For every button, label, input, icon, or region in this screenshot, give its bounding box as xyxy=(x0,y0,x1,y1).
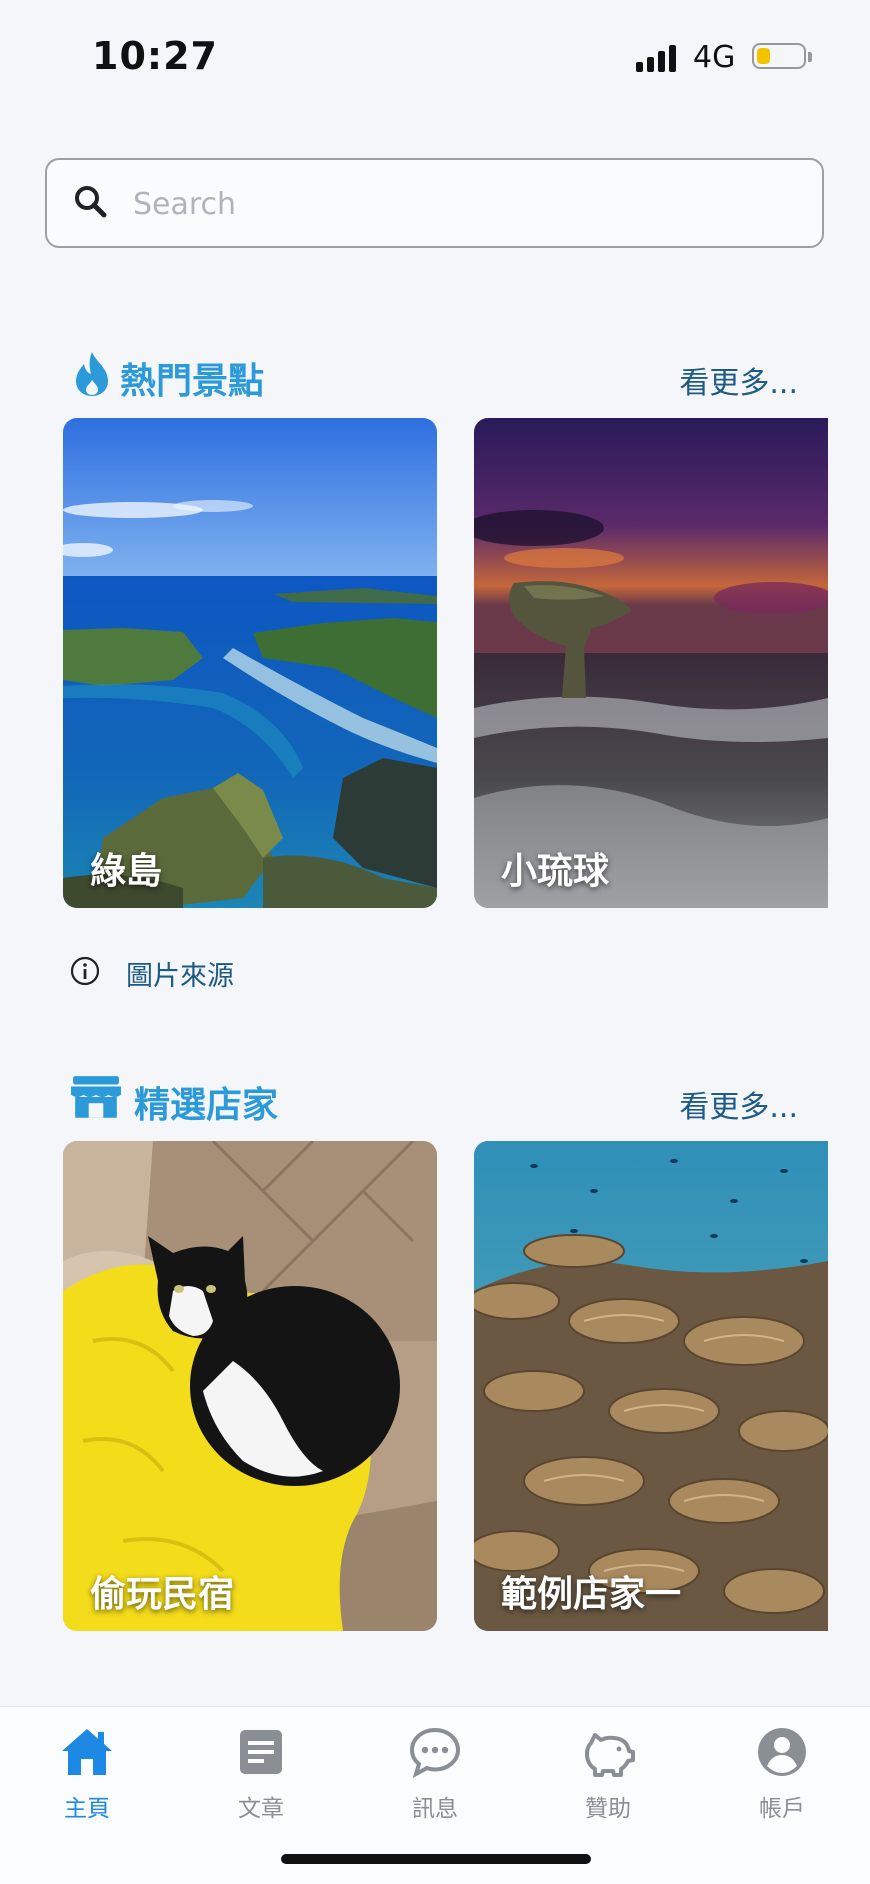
store-icon xyxy=(71,1076,121,1118)
card-label-xiaoliuqiu: 小琉球 xyxy=(501,851,610,892)
image-credit-text: 圖片來源 xyxy=(126,961,234,992)
see-more-popular-link[interactable]: 看更多... xyxy=(679,358,798,402)
piggy-bank-icon xyxy=(585,1733,635,1777)
store-card-example-1[interactable]: 範例店家一 xyxy=(474,1141,828,1631)
tab-label-sponsor: 贊助 xyxy=(585,1796,631,1822)
network-type: 4G xyxy=(693,40,736,75)
section-title-popular: 熱門景點 xyxy=(120,361,265,402)
home-indicator xyxy=(281,1854,591,1864)
tab-account[interactable]: 帳戶 xyxy=(722,1725,842,1835)
search-bar[interactable] xyxy=(45,158,824,248)
flame-icon xyxy=(76,352,108,396)
attraction-card-green-island[interactable]: 綠島 xyxy=(63,418,437,908)
article-icon xyxy=(240,1730,282,1774)
green-island-photo xyxy=(63,418,437,908)
info-icon xyxy=(70,956,100,986)
tab-sponsor[interactable]: 贊助 xyxy=(548,1725,668,1835)
chat-icon xyxy=(409,1727,461,1779)
home-icon xyxy=(62,1729,112,1775)
tab-label-articles: 文章 xyxy=(238,1796,284,1822)
section-title-featured: 精選店家 xyxy=(134,1085,279,1126)
cat-photo xyxy=(63,1141,437,1631)
popular-section-header: 熱門景點 看更多... xyxy=(70,344,810,404)
tab-messages[interactable]: 訊息 xyxy=(375,1725,495,1835)
tab-label-home: 主頁 xyxy=(64,1796,110,1822)
search-icon xyxy=(75,186,107,218)
battery-tip xyxy=(808,52,812,62)
status-time: 10:27 xyxy=(92,34,218,78)
xiaoliuqiu-photo xyxy=(474,418,828,908)
signal-icon xyxy=(636,44,680,72)
see-more-featured-link[interactable]: 看更多... xyxy=(679,1082,798,1126)
coral-reef-photo xyxy=(474,1141,828,1631)
account-icon xyxy=(758,1728,806,1776)
card-label-touwan-minsu: 偷玩民宿 xyxy=(90,1574,235,1615)
card-label-example-1: 範例店家一 xyxy=(501,1574,682,1615)
featured-section-header: 精選店家 看更多... xyxy=(70,1068,810,1128)
tab-label-messages: 訊息 xyxy=(412,1796,458,1822)
store-card-touwan-minsu[interactable]: 偷玩民宿 xyxy=(63,1141,437,1631)
status-bar: 10:27 4G xyxy=(0,0,870,110)
battery-icon xyxy=(752,43,806,69)
attraction-card-xiaoliuqiu[interactable]: 小琉球 xyxy=(474,418,828,908)
tab-label-account: 帳戶 xyxy=(759,1796,805,1822)
card-label-green-island: 綠島 xyxy=(90,851,163,892)
search-input[interactable] xyxy=(131,178,735,230)
tab-articles[interactable]: 文章 xyxy=(201,1725,321,1835)
tab-home[interactable]: 主頁 xyxy=(27,1725,147,1835)
